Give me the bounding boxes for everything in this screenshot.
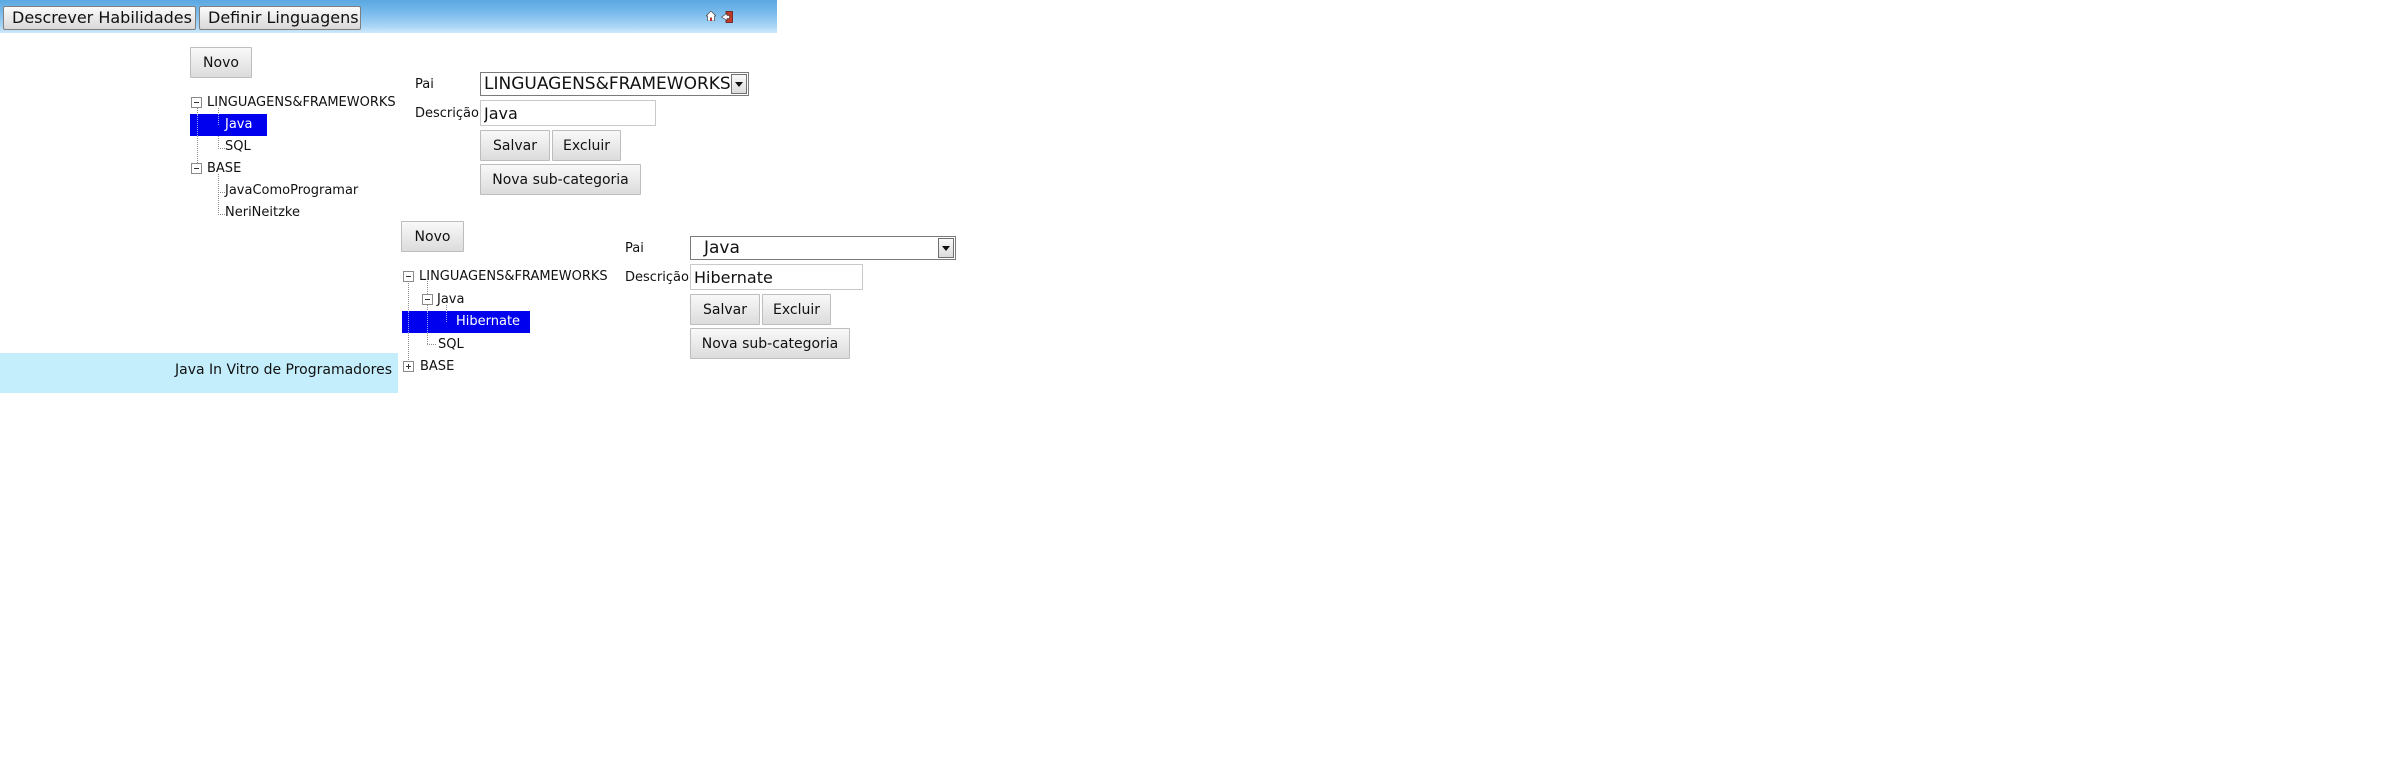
pai-select-value: LINGUAGENS&FRAMEWORKS: [484, 74, 731, 94]
tree-connector: [218, 174, 219, 215]
tree-node-java[interactable]: Java: [437, 292, 464, 308]
tree-node-nerineitzke[interactable]: NeriNeitzke: [225, 205, 300, 221]
tree-connector: [218, 214, 225, 215]
footer-text: Java In Vitro de Programadores: [175, 362, 392, 378]
footer: Java In Vitro de Programadores: [0, 353, 398, 393]
novo-button[interactable]: Novo: [190, 47, 252, 78]
tree-connector: [446, 311, 447, 322]
save-button[interactable]: Salvar: [480, 130, 550, 161]
pai-select[interactable]: Java: [690, 236, 956, 260]
descricao-label: Descrição: [415, 106, 479, 121]
tree-node-sql[interactable]: SQL: [438, 337, 464, 353]
definir-linguagens-button[interactable]: Definir Linguagens: [199, 6, 361, 30]
pai-label: Pai: [415, 77, 434, 92]
tree-node-sql[interactable]: SQL: [225, 139, 251, 155]
tree-node-javacomoprogramar[interactable]: JavaComoProgramar: [225, 183, 358, 199]
descrever-habilidades-button[interactable]: Descrever Habilidades: [3, 6, 196, 30]
tree-connector: [427, 344, 436, 345]
tree-node-linguagens-frameworks[interactable]: LINGUAGENS&FRAMEWORKS: [207, 95, 396, 111]
pai-select-value: Java: [704, 238, 740, 258]
delete-button[interactable]: Excluir: [762, 294, 831, 325]
collapse-toggle-icon[interactable]: [403, 271, 414, 282]
tree-connector: [408, 311, 409, 333]
expand-toggle-icon[interactable]: [403, 361, 414, 372]
tree-node-linguagens-frameworks[interactable]: LINGUAGENS&FRAMEWORKS: [419, 269, 608, 285]
chevron-down-icon[interactable]: [938, 238, 954, 258]
descricao-input[interactable]: [480, 100, 656, 126]
tree-node-label: Hibernate: [456, 314, 521, 329]
collapse-toggle-icon[interactable]: [191, 163, 202, 174]
exit-icon[interactable]: [721, 11, 733, 23]
new-subcategory-button[interactable]: Nova sub-categoria: [690, 328, 850, 359]
pai-select[interactable]: LINGUAGENS&FRAMEWORKS: [480, 72, 749, 96]
tree-connector: [218, 192, 225, 193]
novo-button[interactable]: Novo: [401, 221, 464, 252]
descricao-input[interactable]: [690, 264, 863, 290]
descricao-label: Descrição: [625, 270, 689, 285]
tree-node-label: Java: [225, 117, 253, 132]
top-navigation-bar: Descrever Habilidades Definir Linguagens: [0, 0, 777, 33]
chevron-down-icon[interactable]: [731, 74, 747, 94]
tree-connector: [197, 114, 198, 136]
tree-connector: [218, 114, 219, 125]
collapse-toggle-icon[interactable]: [191, 97, 202, 108]
delete-button[interactable]: Excluir: [552, 130, 621, 161]
new-subcategory-button[interactable]: Nova sub-categoria: [480, 164, 641, 195]
tree-node-base[interactable]: BASE: [420, 359, 454, 375]
tree-connector: [218, 148, 225, 149]
save-button[interactable]: Salvar: [690, 294, 760, 325]
collapse-toggle-icon[interactable]: [422, 294, 433, 305]
home-icon[interactable]: [706, 11, 716, 21]
pai-label: Pai: [625, 241, 644, 256]
tree-node-base[interactable]: BASE: [207, 161, 241, 177]
tree-connector: [427, 311, 428, 333]
